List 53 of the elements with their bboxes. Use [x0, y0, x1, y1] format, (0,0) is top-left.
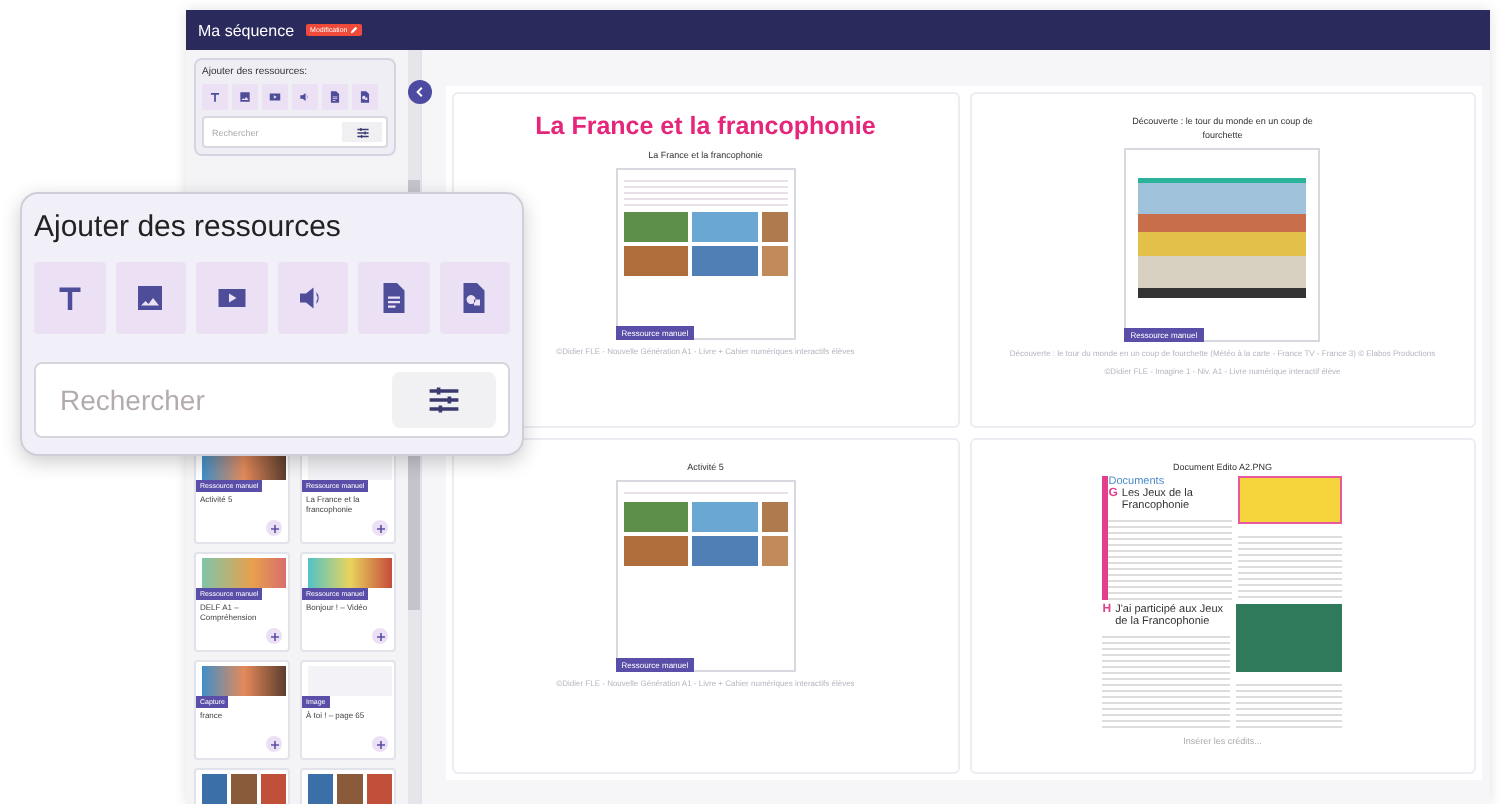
document-resource-button[interactable] — [322, 84, 348, 110]
add-button[interactable] — [266, 736, 282, 752]
filter-button[interactable] — [392, 372, 496, 428]
panel-title: Ajouter des ressources — [34, 210, 343, 244]
text-lines-drawing — [1102, 632, 1231, 729]
section-heading: La France et la francophonie — [535, 112, 876, 140]
audio-resource-button[interactable] — [277, 262, 348, 334]
plus-icon — [269, 631, 279, 641]
file-icon — [358, 90, 372, 104]
document-icon — [328, 90, 342, 104]
collapse-button[interactable] — [408, 80, 432, 104]
filter-icon — [426, 382, 462, 418]
video-resource-button[interactable] — [196, 262, 267, 334]
thumbnail-picture — [202, 774, 286, 804]
thumbnail-picture — [202, 558, 286, 588]
chevron-left-icon — [414, 86, 426, 98]
file-resource-button[interactable] — [439, 262, 510, 334]
add-button[interactable] — [372, 628, 388, 644]
add-button[interactable] — [266, 628, 282, 644]
add-button[interactable] — [372, 736, 388, 752]
video-icon — [268, 90, 282, 104]
text-icon — [208, 90, 222, 104]
plus-icon — [375, 739, 385, 749]
poster-picture — [1238, 476, 1343, 525]
text-resource-button[interactable] — [202, 84, 228, 110]
image-resource-button[interactable] — [115, 262, 186, 334]
audio-resource-button[interactable] — [292, 84, 318, 110]
document-resource-button[interactable] — [358, 262, 429, 334]
plus-icon — [375, 523, 385, 533]
text-lines-drawing — [1238, 532, 1343, 601]
content-card[interactable] — [969, 92, 1476, 428]
plus-icon — [269, 739, 279, 749]
filter-button[interactable] — [342, 122, 382, 142]
filter-icon — [355, 125, 369, 139]
audio-icon — [298, 90, 312, 104]
text-lines-drawing — [1108, 516, 1233, 601]
photo-placeholder — [1236, 604, 1343, 673]
file-resource-button[interactable] — [352, 84, 378, 110]
plus-icon — [269, 523, 279, 533]
thumbnail-picture — [202, 666, 286, 696]
page-title: Ma séquence — [198, 21, 295, 39]
image-resource-button[interactable] — [232, 84, 258, 110]
pencil-icon — [349, 26, 358, 34]
add-button[interactable] — [266, 520, 282, 536]
plus-icon — [375, 631, 385, 641]
text-resource-button[interactable] — [34, 262, 105, 334]
thumbnail-picture — [308, 666, 392, 696]
thumbnail-picture — [308, 774, 392, 804]
thumbnail-picture — [308, 558, 392, 588]
image-icon — [238, 90, 252, 104]
add-button[interactable] — [372, 520, 388, 536]
search-field[interactable]: Rechercher — [60, 384, 340, 416]
video-resource-button[interactable] — [262, 84, 288, 110]
